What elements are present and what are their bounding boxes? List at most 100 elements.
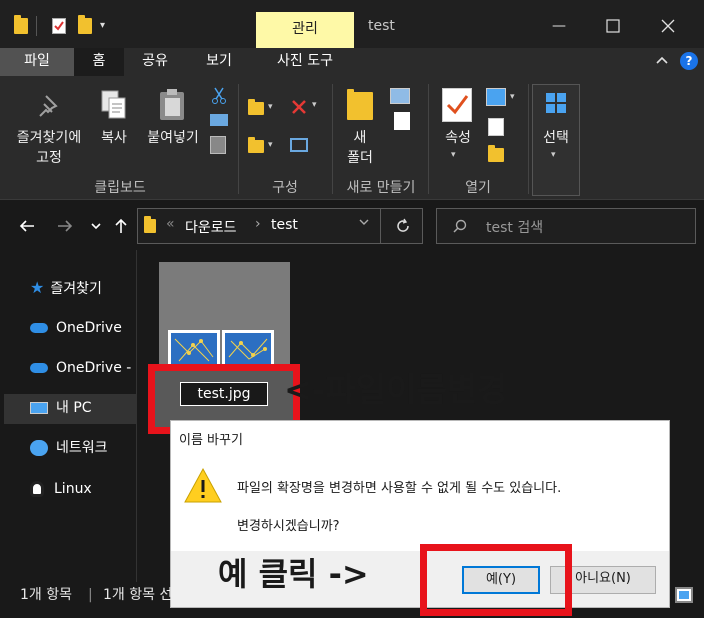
tab-picture-tools[interactable]: 사진 도구 bbox=[254, 48, 356, 76]
warning-icon bbox=[183, 467, 223, 505]
minimize-icon[interactable]: — bbox=[547, 14, 571, 38]
maximize-icon[interactable] bbox=[601, 14, 625, 38]
organize-group-label: 구성 bbox=[272, 180, 298, 196]
breadcrumb-downloads[interactable]: 다운로드 bbox=[185, 217, 237, 237]
status-item-count: 1개 항목 bbox=[20, 587, 72, 603]
recent-locations-icon[interactable] bbox=[90, 222, 102, 232]
delete-dropdown-icon[interactable]: ▾ bbox=[312, 100, 317, 110]
open-group-label: 열기 bbox=[465, 180, 491, 196]
properties-icon bbox=[442, 88, 472, 122]
new-folder-icon bbox=[347, 89, 373, 120]
properties-quick-icon[interactable] bbox=[52, 18, 66, 34]
nav-label: OneDrive bbox=[56, 320, 122, 336]
star-icon: ★ bbox=[30, 278, 45, 297]
pin-icon bbox=[36, 92, 64, 120]
open-icon[interactable] bbox=[486, 88, 506, 106]
tab-file[interactable]: 파일 bbox=[0, 48, 74, 76]
ribbon-divider bbox=[238, 84, 239, 194]
address-folder-icon bbox=[144, 216, 156, 233]
breadcrumb-separator: › bbox=[255, 216, 261, 232]
nav-item-onedrive-business[interactable]: OneDrive - bbox=[30, 357, 131, 379]
move-to-icon[interactable] bbox=[248, 99, 264, 115]
nav-label: 즐겨찾기 bbox=[50, 281, 102, 297]
paste-shortcut-icon[interactable] bbox=[210, 136, 226, 154]
new-folder-quick-icon[interactable] bbox=[78, 15, 92, 34]
new-item-icon[interactable] bbox=[390, 88, 410, 104]
nav-item-this-pc[interactable]: 내 PC bbox=[30, 397, 92, 419]
new-folder-button[interactable]: 새 폴더 bbox=[340, 128, 380, 168]
copy-button[interactable]: 복사 bbox=[94, 128, 134, 148]
new-group-label: 새로 만들기 bbox=[346, 180, 416, 196]
status-selected-count: 1개 항목 선 bbox=[103, 587, 173, 603]
file-explorer-window: ▾ 관리 test — 파일 홈 공유 보기 사진 도구 ? 즐겨찾기에 고정 … bbox=[0, 0, 704, 618]
select-dropdown-icon[interactable]: ▾ bbox=[551, 150, 556, 160]
search-icon bbox=[452, 218, 468, 234]
nav-label: 네트워크 bbox=[56, 440, 108, 456]
thumbnail-image-right bbox=[222, 330, 274, 368]
copy-path-icon[interactable] bbox=[210, 114, 228, 126]
copy-to-icon[interactable] bbox=[248, 137, 264, 153]
breadcrumb-overflow[interactable]: « bbox=[166, 216, 175, 232]
search-box[interactable] bbox=[436, 208, 696, 244]
dialog-question: 변경하시겠습니까? bbox=[237, 519, 340, 534]
properties-dropdown-icon[interactable]: ▾ bbox=[451, 150, 456, 160]
back-icon[interactable] bbox=[18, 218, 36, 234]
divider bbox=[36, 16, 37, 36]
customize-toolbar-icon[interactable]: ▾ bbox=[100, 20, 105, 31]
nav-item-quick-access[interactable]: ★ 즐겨찾기 bbox=[30, 277, 102, 299]
penguin-icon bbox=[30, 481, 44, 497]
network-icon bbox=[30, 440, 48, 456]
ribbon-divider bbox=[332, 84, 333, 194]
easy-access-icon[interactable] bbox=[394, 112, 410, 130]
tab-manage-context[interactable]: 관리 bbox=[256, 12, 354, 48]
search-placeholder[interactable]: test 검색 bbox=[486, 217, 543, 237]
up-icon[interactable] bbox=[113, 217, 129, 235]
copy-to-dropdown-icon[interactable]: ▾ bbox=[268, 140, 273, 150]
close-icon[interactable] bbox=[656, 14, 680, 38]
nav-label: OneDrive - bbox=[56, 360, 132, 376]
nav-item-network[interactable]: 네트워크 bbox=[30, 437, 108, 459]
edit-icon[interactable] bbox=[488, 118, 504, 136]
tab-view[interactable]: 보기 bbox=[186, 48, 252, 76]
refresh-icon[interactable] bbox=[394, 217, 412, 235]
clipboard-group-label: 클립보드 bbox=[94, 180, 146, 196]
move-to-dropdown-icon[interactable]: ▾ bbox=[268, 102, 273, 112]
ribbon-divider bbox=[528, 84, 529, 194]
tab-home[interactable]: 홈 bbox=[74, 48, 124, 76]
collapse-ribbon-icon[interactable] bbox=[654, 52, 670, 68]
select-icon bbox=[545, 92, 567, 114]
copy-icon bbox=[100, 90, 126, 120]
thumbnail-image-left bbox=[168, 330, 220, 368]
forward-icon[interactable] bbox=[56, 218, 74, 234]
paste-icon bbox=[158, 88, 188, 122]
open-dropdown-icon[interactable]: ▾ bbox=[510, 92, 515, 102]
status-bar: 1개 항목 | 1개 항목 선 bbox=[0, 582, 704, 610]
large-icons-view-icon[interactable] bbox=[675, 587, 693, 603]
help-icon[interactable]: ? bbox=[680, 52, 698, 70]
cloud-icon bbox=[30, 323, 48, 333]
select-button[interactable]: 선택 bbox=[534, 128, 578, 148]
folder-icon bbox=[14, 15, 28, 34]
history-icon[interactable] bbox=[488, 145, 504, 162]
divider bbox=[380, 208, 381, 244]
paste-button[interactable]: 붙여넣기 bbox=[138, 128, 208, 148]
cut-icon[interactable] bbox=[210, 86, 228, 104]
status-separator: | bbox=[88, 587, 93, 603]
breadcrumb-test[interactable]: test bbox=[271, 217, 298, 233]
rename-input[interactable]: test.jpg bbox=[180, 382, 268, 406]
pin-to-quick-access-button[interactable]: 즐겨찾기에 고정 bbox=[4, 128, 94, 168]
delete-icon[interactable] bbox=[290, 98, 308, 116]
properties-button[interactable]: 속성 bbox=[436, 128, 480, 148]
nav-item-linux[interactable]: Linux bbox=[30, 478, 92, 500]
dialog-message: 파일의 확장명을 변경하면 사용할 수 없게 될 수도 있습니다. bbox=[237, 481, 562, 496]
nav-label: 내 PC bbox=[56, 400, 92, 416]
computer-icon bbox=[30, 402, 48, 414]
new-folder-label-line1: 새 bbox=[353, 130, 367, 146]
nav-item-onedrive[interactable]: OneDrive bbox=[30, 317, 122, 339]
new-folder-label-line2: 폴더 bbox=[347, 150, 373, 166]
tab-share[interactable]: 공유 bbox=[124, 48, 186, 76]
rename-annotation: <-파일이름변경 bbox=[284, 370, 508, 409]
address-dropdown-icon[interactable] bbox=[358, 216, 370, 228]
ribbon-divider bbox=[428, 84, 429, 194]
rename-icon[interactable] bbox=[290, 138, 308, 152]
